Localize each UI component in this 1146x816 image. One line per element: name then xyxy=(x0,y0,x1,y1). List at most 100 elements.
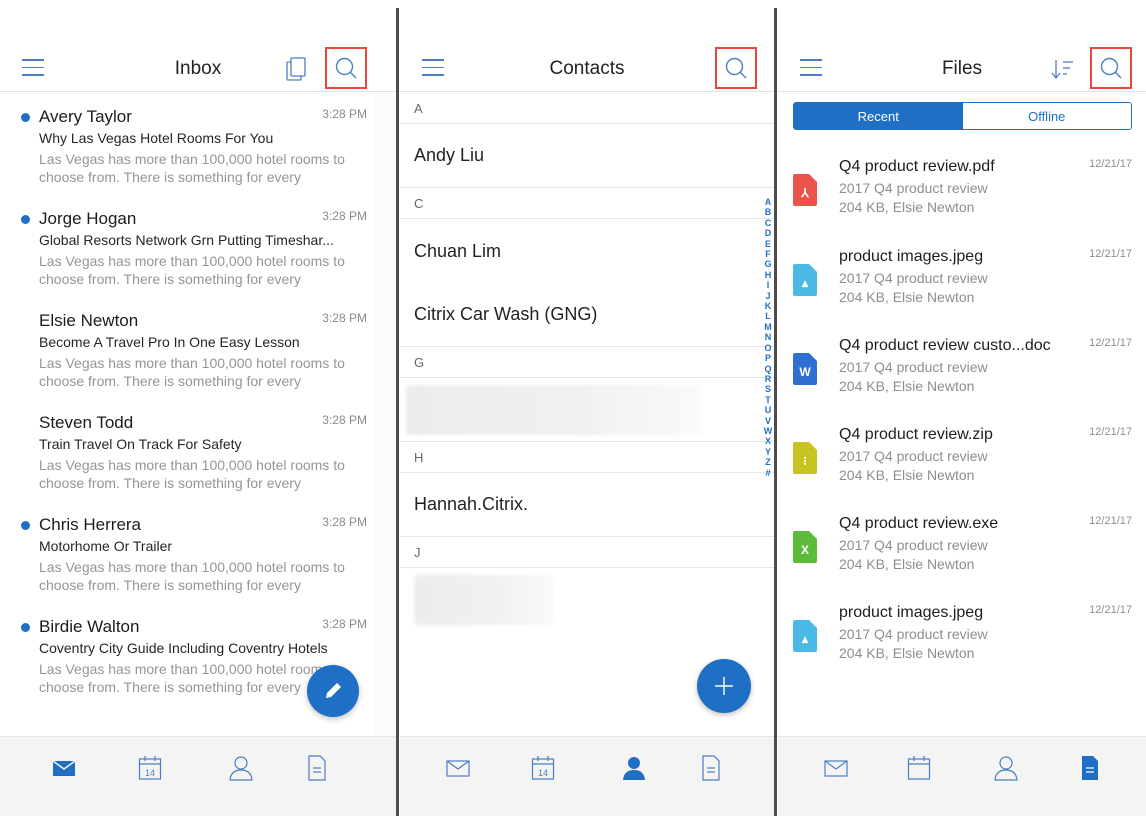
alphabet-index[interactable]: A B C D E F G H I J K L M N O P Q R S T U V W X Y Z # xyxy=(763,197,773,478)
file-meta: 204 KB, Elsie Newton xyxy=(839,645,975,661)
mail-list-item[interactable]: Chris Herrera 3:28 PM Motorhome Or Trail… xyxy=(0,501,374,603)
add-contact-button[interactable] xyxy=(697,659,751,713)
file-list-item[interactable]: W Q4 product review custo...doc 2017 Q4 pr… xyxy=(778,337,1146,426)
index-letter[interactable]: V xyxy=(763,416,773,426)
search-button[interactable] xyxy=(1090,47,1132,89)
copy-icon[interactable] xyxy=(282,56,310,82)
mail-list-item[interactable]: Elsie Newton 3:28 PM Become A Travel Pro… xyxy=(0,297,374,399)
index-letter[interactable]: N xyxy=(763,332,773,342)
contact-row-redacted[interactable] xyxy=(400,378,774,442)
segment-offline[interactable]: Offline xyxy=(962,103,1131,129)
tab-calendar[interactable] xyxy=(904,753,934,783)
tab-mail[interactable] xyxy=(443,753,473,783)
file-name: product images.jpeg xyxy=(839,604,984,621)
files-segmented-control: Recent Offline xyxy=(793,102,1132,130)
file-name: Q4 product review.pdf xyxy=(839,158,995,175)
index-letter[interactable]: I xyxy=(763,280,773,290)
index-letter[interactable]: B xyxy=(763,207,773,217)
index-letter[interactable]: S xyxy=(763,384,773,394)
mail-list-item[interactable]: Steven Todd 3:28 PM Train Travel On Trac… xyxy=(0,399,374,501)
inbox-header: Inbox xyxy=(0,40,396,92)
search-button[interactable] xyxy=(715,47,757,89)
mail-preview: Las Vegas has more than 100,000 hotel ro… xyxy=(39,457,345,491)
inbox-gutter xyxy=(374,93,396,736)
section-header-g: G xyxy=(400,347,774,378)
search-button[interactable] xyxy=(325,47,367,89)
index-letter[interactable]: J xyxy=(763,291,773,301)
file-description: 2017 Q4 product review xyxy=(839,270,988,286)
tab-calendar[interactable]: 14 xyxy=(135,753,165,783)
index-letter[interactable]: # xyxy=(763,468,773,478)
file-list-item[interactable]: X Q4 product review.exe 2017 Q4 product re… xyxy=(778,515,1146,604)
section-header-a: A xyxy=(400,93,774,124)
segment-recent[interactable]: Recent xyxy=(794,103,963,129)
contact-row[interactable]: Hannah.Citrix. xyxy=(400,473,774,537)
person-icon xyxy=(229,756,253,781)
sort-button[interactable] xyxy=(1048,56,1076,82)
file-name: Q4 product review custo...doc xyxy=(839,337,1051,354)
index-letter[interactable]: P xyxy=(763,353,773,363)
file-list-item[interactable]: ⅄ Q4 product review.pdf 2017 Q4 product re… xyxy=(778,158,1146,247)
index-letter[interactable]: Q xyxy=(763,364,773,374)
document-icon xyxy=(308,755,326,781)
tab-bar xyxy=(778,736,1146,816)
calendar-icon: 14 xyxy=(138,756,162,780)
plus-icon xyxy=(715,677,733,695)
index-letter[interactable]: R xyxy=(763,374,773,384)
tab-contacts[interactable] xyxy=(226,753,256,783)
index-letter[interactable]: D xyxy=(763,228,773,238)
tab-contacts[interactable] xyxy=(619,753,649,783)
index-letter[interactable]: H xyxy=(763,270,773,280)
index-letter[interactable]: U xyxy=(763,405,773,415)
index-letter[interactable]: M xyxy=(763,322,773,332)
tab-contacts[interactable] xyxy=(991,753,1021,783)
contact-row[interactable]: Chuan Lim xyxy=(400,219,774,283)
tab-calendar[interactable]: 14 xyxy=(528,753,558,783)
file-list-item[interactable]: ⁝ Q4 product review.zip 2017 Q4 product re… xyxy=(778,426,1146,515)
contact-row-redacted[interactable] xyxy=(400,568,774,632)
contact-row[interactable]: Citrix Car Wash (GNG) xyxy=(400,283,774,347)
index-letter[interactable]: T xyxy=(763,395,773,405)
contact-row[interactable]: Andy Liu xyxy=(400,124,774,188)
image-file-icon: ▴ xyxy=(793,620,817,652)
mail-time: 3:28 PM xyxy=(322,311,367,325)
index-letter[interactable]: C xyxy=(763,218,773,228)
mail-list-item[interactable]: Avery Taylor 3:28 PM Why Las Vegas Hotel… xyxy=(0,93,374,195)
unread-dot xyxy=(21,521,30,530)
document-icon xyxy=(1082,756,1098,780)
mail-time: 3:28 PM xyxy=(322,617,367,631)
unread-dot xyxy=(21,113,30,122)
index-letter[interactable]: L xyxy=(763,311,773,321)
file-list-item[interactable]: ▴ product images.jpeg 2017 Q4 product revi… xyxy=(778,248,1146,337)
index-letter[interactable]: G xyxy=(763,259,773,269)
index-letter[interactable]: Y xyxy=(763,447,773,457)
file-date: 12/21/17 xyxy=(1089,158,1132,170)
file-type-glyph: W xyxy=(799,365,811,379)
calendar-icon xyxy=(907,756,931,780)
index-letter[interactable]: F xyxy=(763,249,773,259)
index-letter[interactable]: A xyxy=(763,197,773,207)
calendar-icon: 14 xyxy=(531,756,555,780)
mail-list-item[interactable]: Jorge Hogan 3:28 PM Global Resorts Netwo… xyxy=(0,195,374,297)
index-letter[interactable]: E xyxy=(763,239,773,249)
index-letter[interactable]: Z xyxy=(763,457,773,467)
index-letter[interactable]: K xyxy=(763,301,773,311)
index-letter[interactable]: X xyxy=(763,436,773,446)
mail-preview: Las Vegas has more than 100,000 hotel ro… xyxy=(39,253,345,287)
file-list-item[interactable]: ▴ product images.jpeg 2017 Q4 product revi… xyxy=(778,604,1146,693)
mail-subject: Motorhome Or Trailer xyxy=(39,538,173,554)
files-screen: Files Recent Offline ⅄ Q4 product review.… xyxy=(778,0,1146,816)
index-letter[interactable]: O xyxy=(763,343,773,353)
file-date: 12/21/17 xyxy=(1089,337,1132,349)
tab-files[interactable] xyxy=(302,753,332,783)
compose-button[interactable] xyxy=(307,665,359,717)
tab-mail[interactable] xyxy=(821,753,851,783)
search-icon xyxy=(725,57,747,79)
tab-files[interactable] xyxy=(1075,753,1105,783)
contacts-header: Contacts xyxy=(400,40,774,92)
tab-files[interactable] xyxy=(696,753,726,783)
pdf-file-icon: ⅄ xyxy=(793,174,817,206)
mail-sender: Elsie Newton xyxy=(39,311,139,330)
tab-mail[interactable] xyxy=(49,753,79,783)
index-letter[interactable]: W xyxy=(763,426,773,436)
